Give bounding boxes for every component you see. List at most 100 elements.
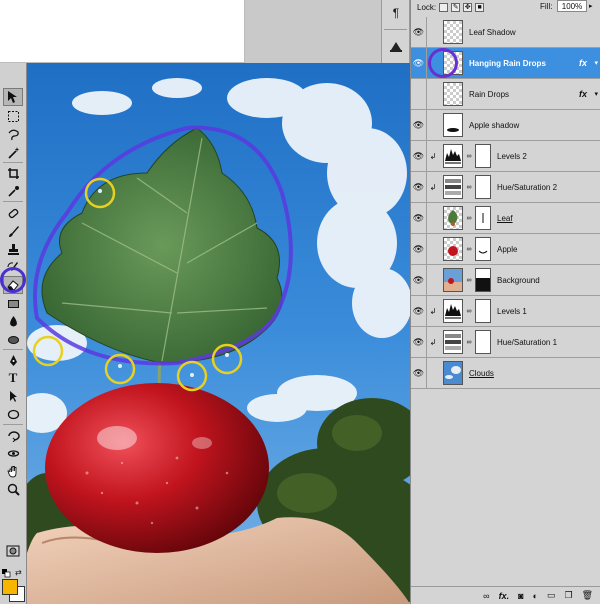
chain-link-icon[interactable]: ∞ [465, 153, 473, 160]
layer-effects-icon[interactable]: fx [579, 89, 587, 99]
marquee-tool-icon[interactable] [3, 107, 23, 125]
gradient-tool-icon[interactable] [3, 294, 23, 312]
layer-row-levels-2[interactable]: 👁 ↲ ∞ Levels 2 [411, 140, 600, 172]
swap-colors-icon[interactable]: ⇄ [15, 568, 22, 577]
dodge-tool-icon[interactable] [3, 330, 23, 348]
layer-mask-thumbnail[interactable] [475, 237, 491, 261]
layer-row-levels-1[interactable]: 👁 ↲ ∞ Levels 1 [411, 295, 600, 327]
type-tool-icon[interactable]: T [3, 369, 23, 387]
visibility-eye-icon[interactable]: 👁 [411, 16, 427, 48]
visibility-eye-icon[interactable]: 👁 [411, 140, 427, 172]
delete-layer-icon[interactable]: 🗑 [582, 590, 593, 601]
pen-tool-icon[interactable] [3, 351, 23, 369]
expand-effects-icon[interactable]: ▾ [594, 90, 598, 98]
visibility-eye-icon[interactable]: 👁 [411, 78, 427, 110]
layer-mask-thumbnail[interactable] [475, 299, 491, 323]
paragraph-icon[interactable]: ¶ [386, 3, 406, 23]
add-layer-mask-icon[interactable]: ◙ [518, 591, 523, 601]
layer-row-background[interactable]: 👁 ∞ Background [411, 264, 600, 296]
layer-mask-thumbnail[interactable] [475, 206, 491, 230]
layer-mask-thumbnail[interactable] [475, 144, 491, 168]
eyedropper-tool-icon[interactable] [3, 182, 23, 200]
visibility-eye-icon[interactable]: 👁 [411, 171, 427, 203]
layer-mask-thumbnail[interactable] [475, 330, 491, 354]
hue-saturation-adjustment-icon [443, 330, 463, 354]
clone-source-icon[interactable] [386, 36, 406, 56]
layer-row-hue-saturation-2[interactable]: 👁 ↲ ∞ Hue/Saturation 2 [411, 171, 600, 203]
lock-all-icon[interactable]: ■ [475, 3, 485, 12]
clone-stamp-tool-icon[interactable] [3, 240, 23, 258]
healing-brush-tool-icon[interactable] [3, 204, 23, 222]
canvas-image [27, 63, 410, 604]
layer-row-hue-saturation-1[interactable]: 👁 ↲ ∞ Hue/Saturation 1 [411, 326, 600, 358]
chain-link-icon[interactable]: ∞ [465, 184, 473, 191]
visibility-eye-icon[interactable]: 👁 [411, 295, 427, 327]
document-canvas[interactable] [27, 63, 410, 604]
blur-tool-icon[interactable] [3, 312, 23, 330]
layer-row-hanging-rain-drops[interactable]: 👁 Hanging Rain Drops fx ▾ [411, 47, 600, 79]
magic-wand-tool-icon[interactable] [3, 143, 23, 161]
layers-panel-footer: ∞ fx. ◙ ◐ ▭ ❐ 🗑 [411, 586, 600, 604]
chain-link-icon[interactable]: ∞ [465, 339, 473, 346]
chain-link-icon[interactable]: ∞ [465, 308, 473, 315]
3d-rotate-tool-icon[interactable] [3, 426, 23, 444]
layer-name: Leaf Shadow [469, 27, 516, 37]
shape-tool-icon[interactable] [3, 405, 23, 423]
zoom-tool-icon[interactable] [3, 480, 23, 498]
visibility-eye-icon[interactable]: 👁 [411, 47, 427, 79]
layer-row-clouds[interactable]: 👁 Clouds [411, 357, 600, 389]
crop-tool-icon[interactable] [3, 164, 23, 182]
layer-name: Levels 1 [497, 306, 527, 316]
visibility-eye-icon[interactable]: 👁 [411, 233, 427, 265]
quick-mask-icon[interactable] [3, 542, 23, 560]
layer-mask-thumbnail[interactable] [475, 268, 491, 292]
move-tool-icon[interactable] [3, 88, 23, 106]
expand-effects-icon[interactable]: ▾ [594, 59, 598, 67]
layer-row-apple-shadow[interactable]: 👁 Apple shadow [411, 109, 600, 141]
fill-input[interactable]: 100% [557, 0, 587, 12]
fill-dropdown-icon[interactable]: ▸ [589, 2, 593, 10]
chain-link-icon[interactable]: ∞ [465, 246, 473, 253]
fill-label: Fill: [540, 2, 553, 11]
default-colors-icon[interactable] [2, 569, 11, 578]
layer-row-leaf[interactable]: 👁 ∞ Leaf [411, 202, 600, 234]
new-layer-icon[interactable]: ❐ [564, 590, 572, 601]
workspace-background [246, 0, 381, 63]
visibility-eye-icon[interactable]: 👁 [411, 326, 427, 358]
new-adjustment-layer-icon[interactable]: ◐ [533, 591, 538, 601]
chain-link-icon[interactable]: ∞ [465, 215, 473, 222]
3d-orbit-tool-icon[interactable] [3, 444, 23, 462]
layer-mask-thumbnail[interactable] [475, 175, 491, 199]
dock-separator [384, 29, 407, 30]
layer-row-leaf-shadow[interactable]: 👁 Leaf Shadow [411, 16, 600, 48]
levels-adjustment-icon [443, 299, 463, 323]
hue-saturation-adjustment-icon [443, 175, 463, 199]
visibility-eye-icon[interactable]: 👁 [411, 357, 427, 389]
layer-effects-icon[interactable]: fx [579, 58, 587, 68]
layer-row-apple[interactable]: 👁 ∞ Apple [411, 233, 600, 265]
new-group-icon[interactable]: ▭ [547, 590, 556, 601]
layer-name: Hue/Saturation 2 [497, 182, 558, 192]
lock-image-pixels-icon[interactable]: ✎ [451, 3, 461, 12]
path-selection-tool-icon[interactable] [3, 387, 23, 405]
visibility-eye-icon[interactable]: 👁 [411, 202, 427, 234]
add-layer-style-icon[interactable]: fx. [499, 591, 510, 601]
chain-link-icon[interactable]: ∞ [465, 277, 473, 284]
lock-position-icon[interactable]: ✥ [463, 3, 473, 12]
layer-name: Clouds [469, 368, 494, 378]
leaf-thumbnail [443, 206, 463, 230]
layer-name: Levels 2 [497, 151, 527, 161]
layer-name: Apple [497, 244, 518, 254]
foreground-color-swatch[interactable] [2, 579, 18, 595]
visibility-eye-icon[interactable]: 👁 [411, 109, 427, 141]
layer-name: Rain Drops [469, 89, 510, 99]
layer-name: Background [497, 275, 540, 285]
lock-transparent-pixels-icon[interactable] [439, 3, 449, 12]
link-layers-icon[interactable]: ∞ [483, 591, 489, 601]
layer-row-rain-drops[interactable]: 👁 Rain Drops fx ▾ [411, 78, 600, 110]
visibility-eye-icon[interactable]: 👁 [411, 264, 427, 296]
lasso-tool-icon[interactable] [3, 125, 23, 143]
clipping-mask-arrow-icon: ↲ [429, 182, 437, 192]
hand-tool-icon[interactable] [3, 462, 23, 480]
brush-tool-icon[interactable] [3, 222, 23, 240]
